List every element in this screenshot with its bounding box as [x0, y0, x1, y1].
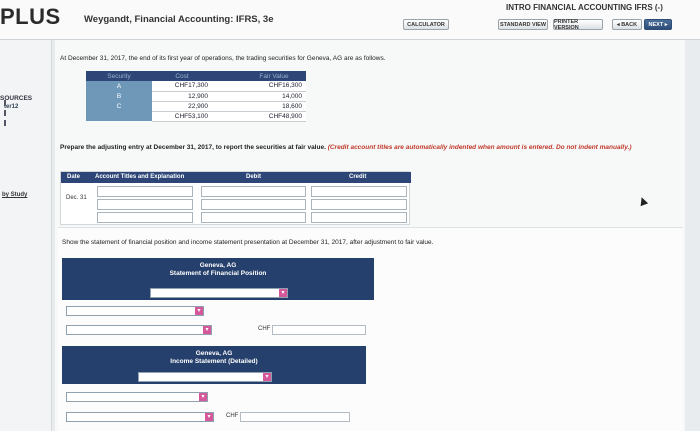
- spacer-cell: [212, 101, 242, 112]
- cost-value: CHF17,300: [152, 81, 212, 92]
- prompt-note: (Credit account titles are automatically…: [327, 144, 632, 151]
- journal-header-credit: Credit: [349, 174, 367, 180]
- sfp-date-select[interactable]: ▾: [150, 288, 288, 298]
- rail-marker: [4, 120, 8, 126]
- presentation-instruction: Show the statement of financial position…: [62, 239, 434, 246]
- prompt-text: Prepare the adjusting entry at December …: [60, 144, 326, 151]
- fair-value: CHF16,300: [242, 81, 306, 92]
- calculator-button[interactable]: CALCULATOR: [403, 19, 449, 30]
- security-name: C: [86, 101, 152, 111]
- sfp-line-select[interactable]: ▾: [66, 325, 212, 335]
- account-title-input[interactable]: [97, 212, 193, 223]
- standard-view-button[interactable]: STANDARD VIEW: [498, 19, 548, 30]
- is-line-select[interactable]: ▾: [66, 412, 214, 422]
- credit-input[interactable]: [311, 199, 407, 210]
- column-header-fair-value: Fair Value: [242, 71, 306, 81]
- fair-value: 18,600: [242, 101, 306, 112]
- by-study-link[interactable]: by Study: [2, 192, 27, 198]
- column-spacer: [212, 71, 242, 81]
- table-row: A CHF17,300 CHF16,300: [86, 81, 306, 92]
- course-code[interactable]: INTRO FINANCIAL ACCOUNTING IFRS (-): [506, 3, 663, 12]
- security-name: B: [86, 91, 152, 101]
- account-title-input[interactable]: [97, 186, 193, 197]
- brand-logo: PLUS: [0, 4, 61, 29]
- currency-label: CHF: [226, 413, 239, 419]
- is-date-select[interactable]: ▾: [138, 372, 272, 382]
- table-row: B 12,900 14,000: [86, 91, 306, 102]
- chevron-down-icon: ▾: [205, 413, 213, 421]
- is-company: Geneva, AG: [195, 350, 233, 357]
- chevron-down-icon: ▾: [203, 326, 211, 334]
- chevron-down-icon: ▾: [195, 307, 203, 315]
- rail-marker: [4, 100, 8, 106]
- column-header-security: Security: [86, 71, 152, 81]
- fair-value-total: CHF48,900: [242, 111, 306, 122]
- journal-header-date: Date: [67, 174, 81, 180]
- account-title-input[interactable]: [97, 199, 193, 210]
- left-rail: SOURCES ter12 by Study: [0, 40, 52, 431]
- cost-value: 12,900: [152, 91, 212, 102]
- course-title: Weygandt, Financial Accounting: IFRS, 3e: [84, 14, 274, 25]
- spacer-cell: [212, 111, 242, 122]
- journal-header-debit: Debit: [246, 174, 261, 180]
- fair-value: 14,000: [242, 91, 306, 102]
- rail-marker: [4, 110, 8, 116]
- security-name: A: [86, 81, 152, 91]
- top-bar: PLUS Weygandt, Financial Accounting: IFR…: [0, 0, 700, 40]
- sfp-amount-input[interactable]: [272, 325, 366, 335]
- is-amount-input[interactable]: [240, 412, 350, 422]
- security-name: [86, 111, 152, 121]
- sfp-company: Geneva, AG: [199, 262, 237, 269]
- sfp-title: Statement of Financial Position: [169, 270, 267, 277]
- chevron-down-icon: ▾: [263, 373, 271, 381]
- cost-value: 22,900: [152, 101, 212, 112]
- debit-input[interactable]: [201, 212, 306, 223]
- debit-input[interactable]: [201, 186, 306, 197]
- journal-header-account: Account Titles and Explanation: [95, 174, 185, 180]
- credit-input[interactable]: [311, 212, 407, 223]
- cost-total: CHF53,100: [152, 111, 212, 122]
- table-row-total: CHF53,100 CHF48,900: [86, 111, 306, 122]
- journal-date: Dec. 31: [66, 195, 87, 201]
- currency-label: CHF: [258, 326, 271, 332]
- next-button[interactable]: NEXT ▸: [644, 19, 672, 30]
- chevron-down-icon: ▾: [279, 289, 287, 297]
- question-intro: At December 31, 2017, the end of its fir…: [60, 55, 386, 62]
- chevron-down-icon: ▾: [199, 393, 207, 401]
- journal-entry-table: Date Account Titles and Explanation Debi…: [60, 171, 411, 225]
- table-row: C 22,900 18,600: [86, 101, 306, 112]
- spacer-cell: [212, 81, 242, 92]
- debit-input[interactable]: [201, 199, 306, 210]
- printer-version-button[interactable]: PRINTER VERSION: [553, 19, 603, 31]
- securities-table: Security Cost Fair Value A CHF17,300 CHF…: [86, 71, 306, 122]
- is-title: Income Statement (Detailed): [170, 358, 258, 365]
- credit-input[interactable]: [311, 186, 407, 197]
- journal-header: Date Account Titles and Explanation Debi…: [61, 172, 411, 183]
- spacer-cell: [212, 91, 242, 102]
- sfp-account-select[interactable]: ▾: [66, 306, 204, 316]
- is-account-select[interactable]: ▾: [66, 392, 208, 402]
- column-header-cost: Cost: [152, 71, 212, 81]
- adjusting-entry-prompt: Prepare the adjusting entry at December …: [60, 143, 680, 152]
- back-button[interactable]: ◂ BACK: [612, 19, 642, 30]
